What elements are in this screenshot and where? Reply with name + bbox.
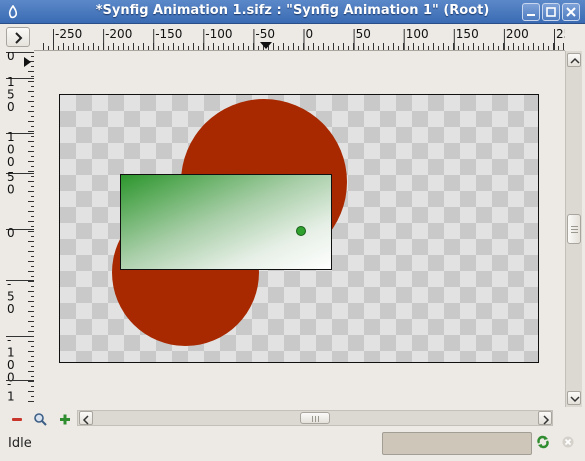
ruler-label: 0 [7, 155, 15, 169]
maximize-button[interactable] [542, 3, 560, 21]
status-text: Idle [8, 436, 32, 451]
ruler-label: 0 [306, 27, 314, 41]
position-marker-icon [24, 57, 31, 67]
ruler-label: 0 [7, 226, 15, 240]
ruler-label: -100 [205, 27, 232, 41]
status-bar: Idle [0, 430, 585, 461]
zoom-fit-button[interactable] [33, 412, 47, 426]
refresh-button[interactable] [536, 435, 550, 452]
zoom-in-button[interactable] [58, 412, 72, 426]
horizontal-ruler-scale: -250 -200 -150 -100 -50 0 50 100 150 200 25 [43, 27, 571, 50]
ruler-label: 0 [7, 183, 15, 197]
maximize-icon [546, 7, 556, 17]
ruler-label: 0 [7, 52, 15, 63]
stop-icon [562, 436, 574, 448]
ruler-label: 1 [7, 390, 15, 404]
canvas-frame[interactable] [59, 94, 539, 363]
plus-icon [60, 414, 70, 425]
scroll-left-button[interactable] [79, 411, 93, 425]
ruler-label: -200 [105, 27, 132, 41]
horizontal-scrollbar[interactable] [77, 410, 553, 426]
minus-icon [12, 418, 22, 421]
minimize-icon [527, 14, 535, 16]
triangle-marker-icon [260, 42, 272, 49]
ruler-menu-button[interactable] [6, 27, 30, 47]
scroll-up-button[interactable] [567, 53, 581, 67]
title-bar[interactable]: *Synfig Animation 1.sifz : "Synfig Anima… [0, 0, 585, 24]
gradient-handle-duck[interactable] [296, 226, 306, 236]
ruler-label: 0 [7, 302, 15, 316]
horizontal-ruler[interactable]: -250 -200 -150 -100 -50 0 50 100 150 200 25 [34, 26, 571, 51]
ruler-label: -150 [155, 27, 182, 41]
arrow-down-icon [570, 396, 580, 403]
zoom-out-button[interactable] [10, 412, 24, 426]
vertical-scroll-thumb[interactable] [567, 214, 581, 244]
stop-render-button[interactable] [561, 435, 575, 452]
vertical-ruler-scale: 0150100500-50-100-1 [6, 49, 34, 404]
chevron-right-icon [15, 32, 23, 44]
ruler-label: -250 [55, 27, 82, 41]
arrow-up-icon [570, 57, 580, 64]
ruler-label: -50 [255, 27, 275, 41]
ruler-label: 25 [556, 27, 565, 41]
refresh-icon [537, 435, 549, 449]
arrow-left-icon [82, 415, 89, 425]
scroll-right-button[interactable] [538, 411, 552, 425]
canvas-work-area[interactable] [34, 51, 565, 407]
horizontal-scroll-thumb[interactable] [300, 412, 330, 424]
minimize-button[interactable] [522, 3, 540, 21]
close-button[interactable] [562, 3, 580, 21]
vertical-ruler[interactable]: 0150100500-50-100-1 [4, 49, 35, 406]
close-icon [566, 7, 576, 17]
ruler-label: 200 [506, 27, 529, 41]
window-title: *Synfig Animation 1.sifz : "Synfig Anima… [95, 3, 490, 18]
ruler-label: 100 [406, 27, 429, 41]
render-progress-bar [382, 432, 532, 455]
scroll-down-button[interactable] [567, 391, 581, 405]
ruler-label: 150 [456, 27, 479, 41]
zoom-toolbar [0, 408, 585, 430]
arrow-right-icon [543, 415, 550, 425]
ruler-label: 0 [7, 100, 15, 114]
magnifier-icon [34, 413, 47, 426]
gradient-rectangle-layer[interactable] [120, 174, 332, 270]
ruler-label: 50 [356, 27, 371, 41]
vertical-scrollbar[interactable] [565, 51, 582, 407]
